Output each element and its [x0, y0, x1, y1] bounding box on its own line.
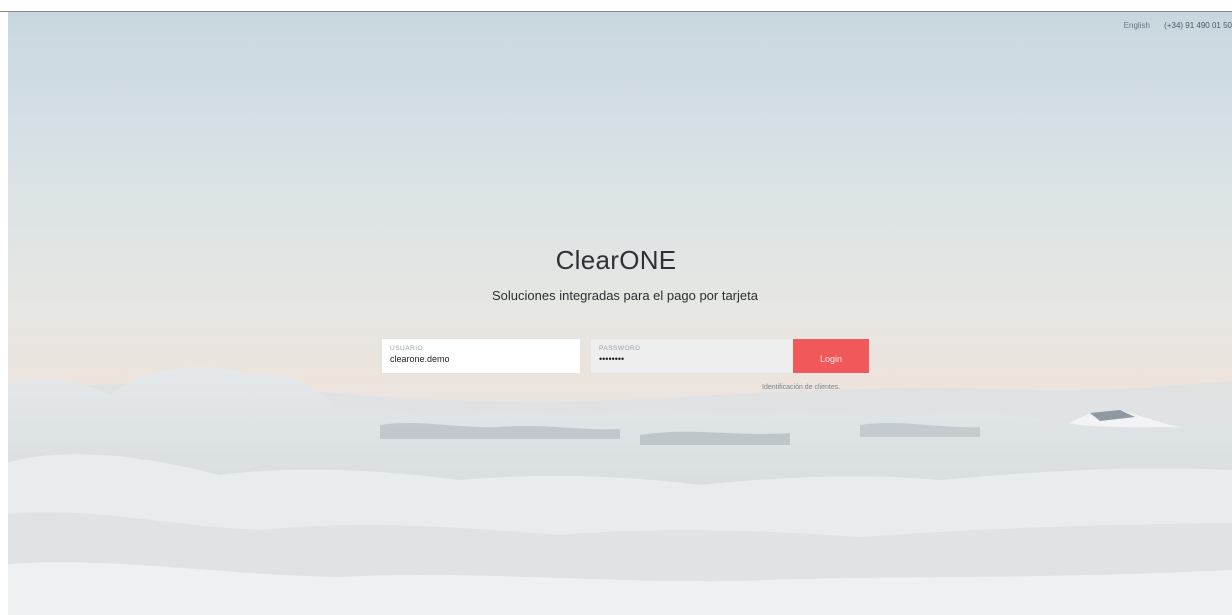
username-input[interactable]	[390, 354, 572, 364]
window-top-border	[0, 0, 1232, 12]
client-identification-link[interactable]: Identificación de clientes.	[762, 384, 840, 391]
brand-title: ClearONE	[555, 245, 677, 275]
phone-number: (+34) 91 490 01 50	[1164, 21, 1232, 30]
password-label: PASSWORD	[599, 345, 641, 352]
tagline: Soluciones integradas para el pago por t…	[492, 288, 758, 303]
username-field[interactable]: USUARIO	[382, 339, 580, 373]
login-screen: English (+34) 91 490 01 50 ClearONE Solu…	[0, 0, 1232, 615]
window-left-border	[0, 12, 8, 615]
password-input[interactable]	[599, 354, 786, 364]
username-label: USUARIO	[390, 345, 424, 352]
top-bar: English (+34) 91 490 01 50	[1124, 21, 1232, 30]
language-link[interactable]: English	[1124, 21, 1150, 30]
clouds-background-image	[0, 355, 1232, 615]
login-button[interactable]: Login	[793, 339, 869, 373]
password-field[interactable]: PASSWORD	[591, 339, 794, 373]
